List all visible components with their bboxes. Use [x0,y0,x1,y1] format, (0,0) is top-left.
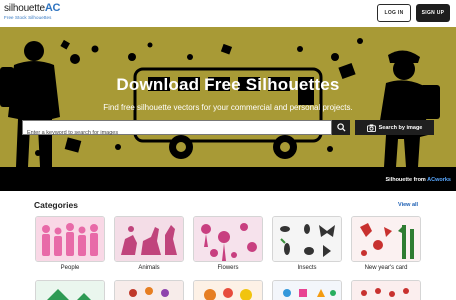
camera-icon [366,123,376,132]
view-all-link[interactable]: View all [398,202,418,208]
acworks-link[interactable]: ACworks [427,177,451,183]
category-card-row2-1[interactable] [35,280,105,300]
categories-heading: Categories [34,200,78,210]
house-thumbnail [36,281,104,300]
food-thumbnail [194,281,262,300]
hero-banner: Download Free Silhouettes Find free silh… [0,27,456,191]
icons-thumbnail [273,281,341,300]
login-button[interactable]: LOG IN [377,4,411,22]
people-group-thumbnail [115,281,183,300]
new-years-card-thumbnail [352,217,420,261]
credit-prefix: Silhouette from [385,177,426,183]
hero-credit: Silhouette from ACworks [385,177,451,183]
category-label-insects: Insects [297,265,317,271]
insects-thumbnail [273,217,341,261]
category-card-flowers[interactable] [193,216,263,262]
category-label-new-years-card: New year's card [364,265,408,271]
hero-title: Download Free Silhouettes [116,75,340,94]
search-icon [336,123,346,132]
category-card-row2-5[interactable] [351,280,421,300]
search-by-image-button[interactable]: Search by image [355,120,434,135]
flowers-thumbnail [194,217,262,261]
category-card-people[interactable] [35,216,105,262]
category-label-people: People [60,265,80,271]
category-label-flowers: Flowers [217,265,239,271]
category-card-row2-4[interactable] [272,280,342,300]
search-input[interactable] [23,126,331,140]
people-thumbnail [36,217,104,261]
logo-wordmark: silhouetteAC [4,2,61,14]
logo-tagline: Free Stock Silhouettes [4,15,52,20]
site-logo[interactable]: silhouetteAC Free Stock Silhouettes [4,2,61,21]
signup-button[interactable]: SIGN UP [416,4,450,22]
category-card-row2-2[interactable] [114,280,184,300]
pattern-thumbnail [352,281,420,300]
category-card-insects[interactable] [272,216,342,262]
category-label-animals: Animals [138,265,160,271]
category-card-new-years-card[interactable] [351,216,421,262]
search-field [22,120,332,140]
site-header: silhouetteAC Free Stock Silhouettes LOG … [0,0,456,26]
category-card-animals[interactable] [114,216,184,262]
category-card-row2-3[interactable] [193,280,263,300]
animals-thumbnail [115,217,183,261]
search-by-image-label: Search by image [378,124,423,131]
hero-subtitle: Find free silhouette vectors for your co… [103,103,353,112]
search-button[interactable] [332,120,350,135]
